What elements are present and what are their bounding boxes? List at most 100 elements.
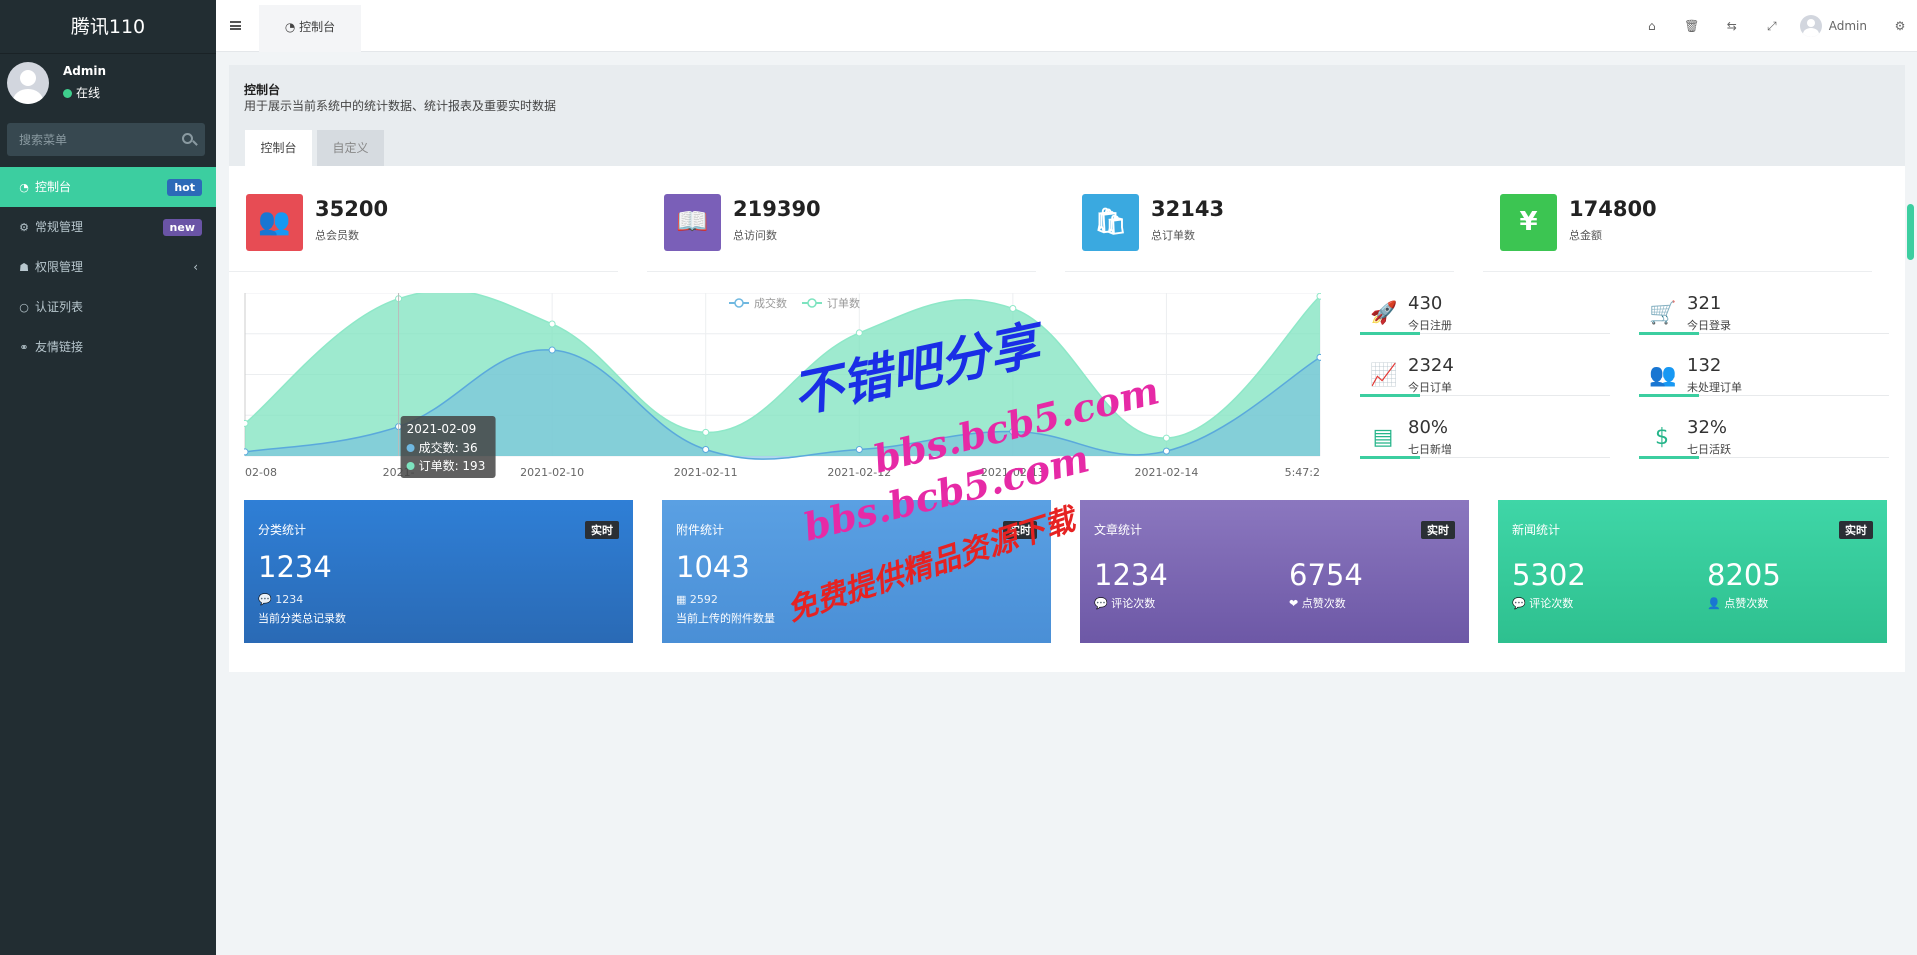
stat-value: 35200 [315,197,389,221]
book-icon: 📖 [664,194,721,251]
card-col: 1234 💬 评论次数 [1094,558,1168,611]
sidebar-item-general[interactable]: ⚙ 常规管理 new [0,207,216,247]
sidebar-item-links[interactable]: ⚭ 友情链接 [0,327,216,367]
data-point [702,445,710,453]
mini-label: 今日订单 [1408,381,1452,394]
tooltip-dot [406,462,415,470]
realtime-badge: 实时 [1003,521,1037,539]
card-col-value: 8205 [1707,558,1781,592]
mini-value: 2324 [1408,355,1454,376]
stat-card-amount: ¥ 174800 总金额 [1483,194,1872,272]
menu-toggle-icon[interactable] [230,21,241,30]
mini-label: 未处理订单 [1687,381,1742,394]
stat-label: 总金额 [1569,229,1602,242]
translate-icon[interactable]: ⇆ [1712,19,1752,33]
tab-dashboard-panel[interactable]: 控制台 [245,130,312,166]
data-point [1162,434,1170,442]
panel-description: 用于展示当前系统中的统计数据、统计报表及重要实时数据 [244,99,557,113]
card-title: 文章统计 [1094,523,1143,537]
scrollbar-thumb[interactable] [1907,204,1914,260]
stat-value: 32143 [1151,197,1225,221]
card-title: 附件统计 [676,523,725,537]
mini-stat-register: 🚀 430 今日注册 [1360,293,1610,348]
card-col-label: 👤 点赞次数 [1707,597,1769,610]
mini-stat-login: 🛒 321 今日登录 [1639,293,1889,348]
shopping-bag-icon: 🛍 [1082,194,1139,251]
sidebar-item-dashboard[interactable]: ◔ 控制台 hot [0,167,216,207]
sidebar: 腾讯110 Admin 在线 ◔ 控制台 hot ⚙ 常规管理 new ☗ 权限管理 … [0,0,216,955]
home-icon[interactable]: ⌂ [1632,19,1672,33]
search-icon[interactable] [182,133,193,144]
card-title: 新闻统计 [1512,523,1561,537]
sidebar-search [7,123,205,156]
list-icon: ▤ [1372,425,1394,450]
sidebar-item-label: 控制台 [35,180,72,194]
tab-custom[interactable]: 自定义 [317,130,384,166]
app-logo[interactable]: 腾讯110 [0,0,216,54]
stat-card-members: 👥 35200 总会员数 [229,194,618,272]
circle-icon: ○ [19,301,29,314]
mini-value: 80% [1408,417,1449,438]
online-dot-icon [63,89,72,98]
users-icon: ☗ [19,261,29,274]
yen-icon: ¥ [1500,194,1557,251]
rocket-icon: 🚀 [1370,301,1398,326]
sidebar-item-label: 常规管理 [35,220,84,234]
stat-label: 总会员数 [315,229,359,242]
progress-line [1360,332,1610,335]
gear-icon[interactable]: ⚙ [1883,19,1917,33]
mini-stat-pending: 👥 132 未处理订单 [1639,355,1889,410]
search-input[interactable] [7,123,167,156]
new-badge: new [162,219,202,236]
card-title: 分类统计 [258,523,307,537]
tab-dashboard[interactable]: ◔ 控制台 [259,5,361,52]
sidebar-item-auth-list[interactable]: ○ 认证列表 [0,287,216,327]
tooltip-title: 2021-02-09 [407,422,477,436]
fullscreen-icon[interactable]: ⤢ [1752,19,1792,34]
stat-label: 总订单数 [1151,229,1195,242]
card-col-value: 5302 [1512,558,1586,592]
stat-card-visits: 📖 219390 总访问数 [647,194,1036,272]
data-point [1009,428,1017,436]
mini-label: 今日注册 [1408,319,1452,332]
mini-label: 今日登录 [1687,319,1731,332]
line-chart-icon: 📈 [1370,363,1398,388]
stat-value: 174800 [1569,197,1657,221]
card-col-value: 1234 [1094,558,1168,592]
progress-line [1639,332,1889,335]
card-category-stats: 分类统计 实时 1234 💬 1234 当前分类总记录数 [244,500,633,643]
data-point [1162,447,1170,455]
hot-badge: hot [167,179,202,196]
panel-header: 控制台 用于展示当前系统中的统计数据、统计报表及重要实时数据 控制台 自定义 [229,65,1905,166]
tab-label: 控制台 [299,20,336,34]
avatar [7,62,49,104]
realtime-badge: 实时 [1839,521,1873,539]
user-status: 在线 [63,84,100,101]
card-col: 8205 👤 点赞次数 [1707,558,1781,611]
chart-svg: 02-08 2021- 2021-02-10 2021-02-11 2021-02-12… [241,289,1324,479]
card-value: 1234 [258,550,332,584]
mini-stat-weekly-active: $ 32% 七日活跃 [1639,417,1889,472]
card-col: 5302 💬 评论次数 [1512,558,1586,611]
dashboard-icon: ◔ [284,20,300,34]
sidebar-item-permissions[interactable]: ☗ 权限管理 ‹ [0,247,216,287]
cart-icon: 🛒 [1649,301,1677,326]
x-tick-label: 2021-02-14 [1134,466,1198,479]
cogs-icon: ⚙ [19,221,29,234]
trash-icon[interactable]: 🗑 [1672,19,1712,33]
card-sub: 💬 1234 [258,593,304,606]
admin-menu[interactable]: Admin [1792,15,1883,37]
progress-line [1360,456,1610,459]
card-attachment-stats: 附件统计 实时 1043 ▦ 2592 当前上传的附件数量 [662,500,1051,643]
data-point [548,320,556,328]
x-tick-label: 2021-02-11 [674,466,738,479]
card-note: 当前上传的附件数量 [676,612,775,625]
data-point [855,329,863,337]
card-news-stats: 新闻统计 实时 5302 💬 评论次数 8205 👤 点赞次数 [1498,500,1887,643]
sidebar-item-label: 权限管理 [35,260,84,274]
users-icon: 👥 [1649,363,1677,388]
dollar-icon: $ [1655,425,1669,450]
area-chart[interactable]: 02-08 2021- 2021-02-10 2021-02-11 2021-02-12… [241,289,1324,480]
legend-marker [734,298,744,308]
card-article-stats: 文章统计 实时 1234 💬 评论次数 6754 ❤ 点赞次数 [1080,500,1469,643]
